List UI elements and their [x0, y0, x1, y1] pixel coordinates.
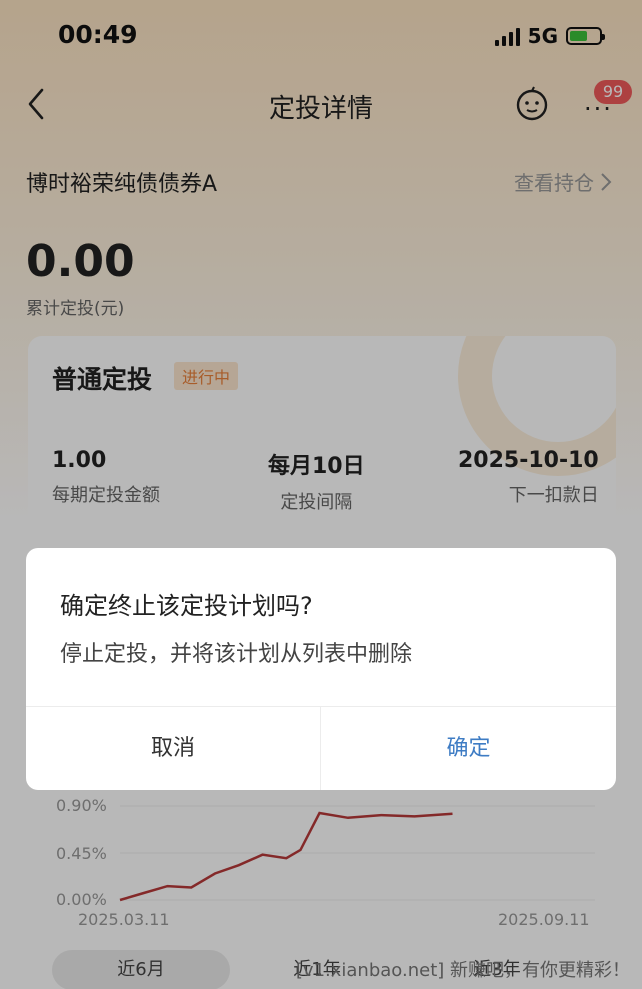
modal-overlay[interactable] — [0, 0, 642, 989]
dialog-message: 停止定投，并将该计划从列表中删除 — [60, 642, 413, 667]
watermark-text: [v1.xianbao.net] 新赚吧，有你更精彩！ — [295, 960, 630, 981]
confirm-button[interactable]: 确定 — [321, 707, 616, 790]
dialog-actions: 取消 确定 — [26, 706, 616, 790]
confirm-dialog: 确定终止该定投计划吗? 停止定投，并将该计划从列表中删除 取消 确定 — [26, 548, 616, 790]
dialog-title: 确定终止该定投计划吗? — [60, 592, 313, 620]
cancel-button[interactable]: 取消 — [26, 707, 321, 790]
